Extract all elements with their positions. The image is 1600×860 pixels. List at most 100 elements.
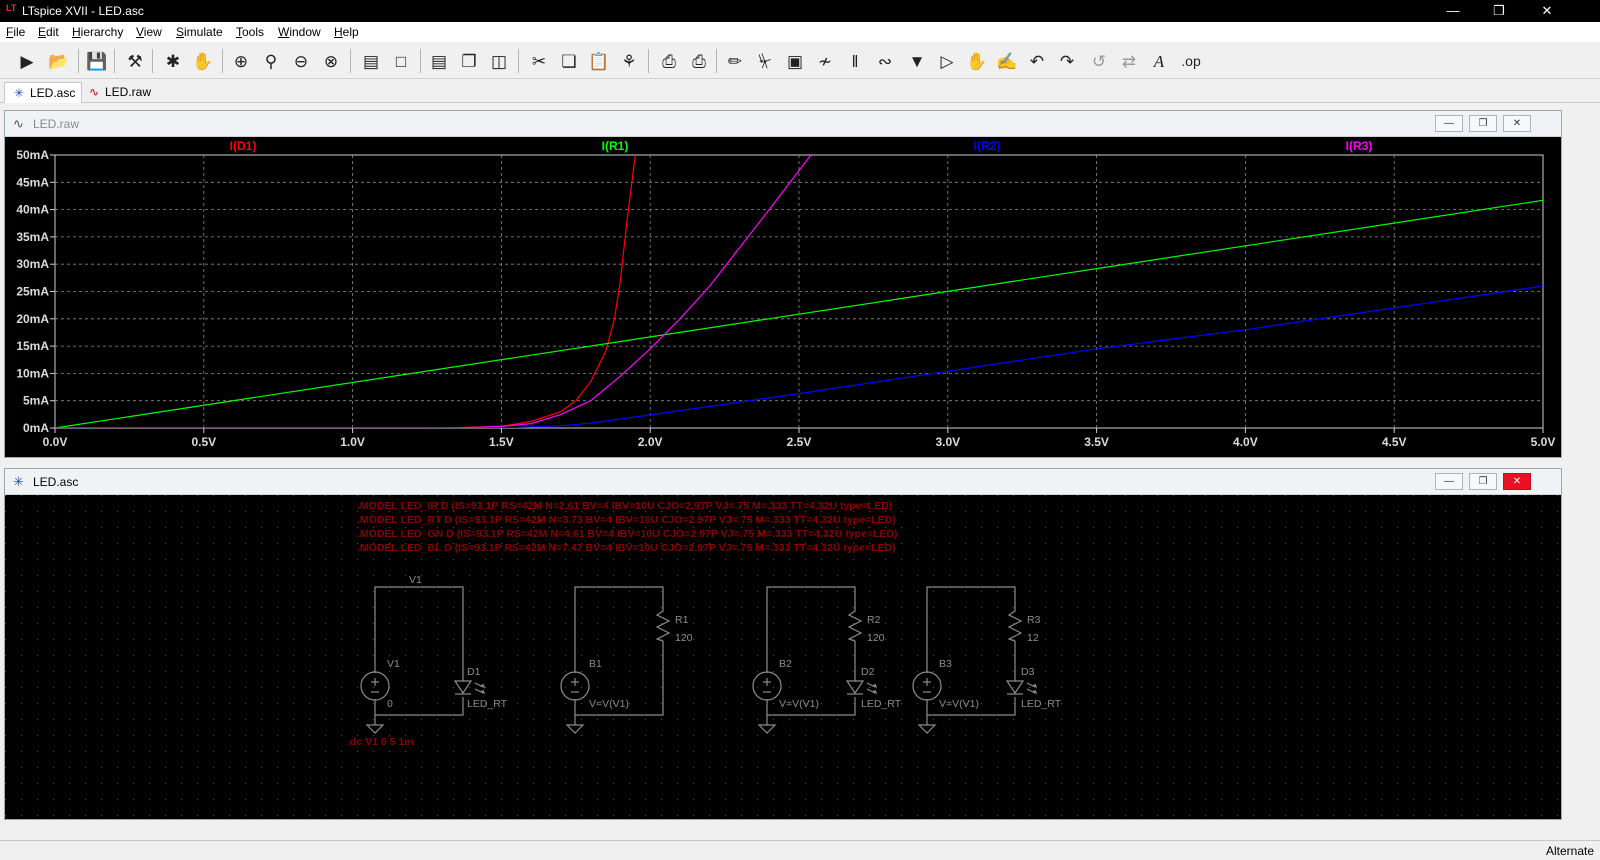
find-icon[interactable]: ⚘: [616, 48, 642, 74]
drag-icon[interactable]: ✍: [994, 48, 1020, 74]
menu-simulate[interactable]: Simulate: [176, 25, 223, 39]
mirror-icon[interactable]: ⇄: [1116, 48, 1142, 74]
copy-icon[interactable]: ❏: [556, 48, 582, 74]
component-value[interactable]: LED_RT: [467, 698, 508, 710]
toolbar-separator: [152, 49, 153, 73]
y-tick-label: 35mA: [16, 230, 49, 244]
control-panel-icon[interactable]: ⚒: [122, 48, 148, 74]
spice-directive-model[interactable]: .MODEL LED_RT D (IS=93.1P RS=42M N=3.73 …: [357, 514, 896, 526]
component-value[interactable]: V=V(V1): [939, 698, 979, 710]
menu-window[interactable]: Window: [278, 25, 321, 39]
diode-icon[interactable]: ▼: [904, 48, 930, 74]
component-name[interactable]: R1: [675, 614, 689, 626]
menu-file[interactable]: File: [6, 25, 25, 39]
menu-view[interactable]: View: [136, 25, 162, 39]
draw-wire-icon[interactable]: ✏: [722, 48, 748, 74]
component-name[interactable]: R3: [1027, 614, 1041, 626]
redo-icon[interactable]: ↷: [1054, 48, 1080, 74]
component-value[interactable]: 12: [1027, 632, 1039, 644]
x-tick-label: 4.0V: [1233, 435, 1258, 449]
spice-directive-model[interactable]: .MODEL LED_GN D (IS=93.1P RS=42M N=4.61 …: [357, 528, 897, 540]
component-name[interactable]: D2: [861, 666, 875, 678]
x-tick-label: 1.0V: [340, 435, 365, 449]
schematic-canvas[interactable]: .MODEL LED_IR D (IS=93.1P RS=42M N=2.61 …: [5, 495, 1561, 819]
restore-button[interactable]: ❐: [1476, 0, 1522, 22]
plot-settings-icon[interactable]: ▤: [358, 48, 384, 74]
component-value[interactable]: LED_RT: [861, 698, 902, 710]
component-name[interactable]: B3: [939, 658, 952, 670]
component-value[interactable]: V=V(V1): [779, 698, 819, 710]
schematic-window: ✳ LED.asc — ❐ ✕ .MODEL LED_IR D (IS=93.1…: [4, 468, 1562, 820]
close-button[interactable]: ✕: [1524, 0, 1570, 22]
x-tick-label: 0.0V: [43, 435, 68, 449]
menu-tools[interactable]: Tools: [236, 25, 264, 39]
schematic-close-button[interactable]: ✕: [1503, 473, 1531, 490]
text-icon[interactable]: A: [1146, 48, 1172, 74]
plot-window-caption: ∿ LED.raw — ❐ ✕: [5, 111, 1561, 137]
component-value[interactable]: 120: [675, 632, 693, 644]
minimize-button[interactable]: —: [1430, 0, 1476, 22]
save-icon[interactable]: 💾: [84, 48, 110, 74]
resistor-icon[interactable]: ≁: [812, 48, 838, 74]
component-value[interactable]: LED_RT: [1021, 698, 1062, 710]
waveform-plot[interactable]: 0.0V 0.5V 1.0V 1.5V 2.0V 2.5V 3.0V 3.5V 4.0V 4.5V…: [5, 137, 1561, 457]
zoom-fit-icon[interactable]: ⊗: [318, 48, 344, 74]
component-name[interactable]: R2: [867, 614, 881, 626]
net-label-v1[interactable]: V1: [409, 574, 422, 586]
zoom-out-icon[interactable]: ⊖: [288, 48, 314, 74]
plot-restore-button[interactable]: ❐: [1469, 115, 1497, 132]
tab-led-asc[interactable]: ✳ LED.asc: [4, 82, 83, 103]
tab-led-raw[interactable]: ∿ LED.raw: [80, 82, 157, 103]
component-name[interactable]: D3: [1021, 666, 1035, 678]
x-tick-label: 3.5V: [1084, 435, 1109, 449]
ltspice-logo-icon: LT: [6, 3, 17, 13]
component-name[interactable]: B2: [779, 658, 792, 670]
schematic-minimize-button[interactable]: —: [1435, 473, 1463, 490]
component-value[interactable]: 0: [387, 698, 393, 710]
legend-entry-id1[interactable]: I(D1): [230, 139, 257, 153]
spice-directive-icon[interactable]: .op: [1178, 48, 1204, 74]
schematic-window-caption: ✳ LED.asc — ❐ ✕: [5, 469, 1561, 495]
plot-close-button[interactable]: ✕: [1503, 115, 1531, 132]
menu-help[interactable]: Help: [334, 25, 359, 39]
label-net-icon[interactable]: ▣: [782, 48, 808, 74]
tile-vertical-icon[interactable]: ◫: [486, 48, 512, 74]
inductor-icon[interactable]: ∾: [872, 48, 898, 74]
schematic-restore-button[interactable]: ❐: [1469, 473, 1497, 490]
capacitor-icon[interactable]: ‖: [842, 48, 868, 74]
spice-directive-model[interactable]: .MODEL LED_IR D (IS=93.1P RS=42M N=2.61 …: [357, 500, 892, 512]
print-icon[interactable]: ⎙: [656, 48, 682, 74]
component-icon[interactable]: ▷: [934, 48, 960, 74]
open-icon[interactable]: 📂: [46, 48, 72, 74]
component-value[interactable]: V=V(V1): [589, 698, 629, 710]
menu-hierarchy[interactable]: Hierarchy: [72, 25, 123, 39]
component-name[interactable]: V1: [387, 658, 400, 670]
legend-entry-ir1[interactable]: I(R1): [602, 139, 629, 153]
component-value[interactable]: 120: [867, 632, 885, 644]
menu-edit[interactable]: Edit: [38, 25, 59, 39]
move-icon[interactable]: ✋: [964, 48, 990, 74]
run-icon[interactable]: ▶: [14, 48, 40, 74]
legend-entry-ir3[interactable]: I(R3): [1346, 139, 1373, 153]
cascade-icon[interactable]: ❐: [456, 48, 482, 74]
paste-icon[interactable]: 📋: [586, 48, 612, 74]
plot-minimize-button[interactable]: —: [1435, 115, 1463, 132]
dc-sweep-directive[interactable]: .dc V1 0 5 1m: [347, 736, 414, 748]
ground-icon[interactable]: ⏧: [752, 48, 778, 74]
undo-icon[interactable]: ↶: [1024, 48, 1050, 74]
zoom-area-icon[interactable]: ⚲: [258, 48, 284, 74]
autorange-icon[interactable]: □: [388, 48, 414, 74]
toolbar-separator: [716, 49, 717, 73]
pan-icon[interactable]: ✋: [190, 48, 216, 74]
cut-icon[interactable]: ✂: [526, 48, 552, 74]
component-name[interactable]: B1: [589, 658, 602, 670]
zoom-in-icon[interactable]: ⊕: [228, 48, 254, 74]
print-setup-icon[interactable]: ⎙: [686, 48, 712, 74]
legend-entry-ir2[interactable]: I(R2): [974, 139, 1001, 153]
spice-directive-model[interactable]: .MODEL LED_BL D (IS=93.1P RS=42M N=7.47 …: [357, 542, 895, 554]
rotate-icon[interactable]: ↺: [1086, 48, 1112, 74]
component-name[interactable]: D1: [467, 666, 481, 678]
halt-icon[interactable]: ✱: [160, 48, 186, 74]
document-tabs: ✳ LED.asc ∿ LED.raw: [0, 80, 1600, 103]
tile-horizontal-icon[interactable]: ▤: [426, 48, 452, 74]
